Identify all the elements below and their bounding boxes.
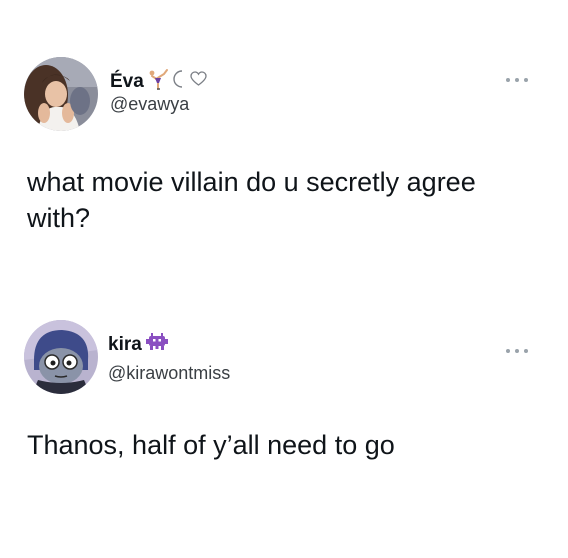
display-name[interactable]: Éva [110,71,144,93]
user-handle[interactable]: @evawya [110,93,189,115]
tweet: Éva @evawya what movie villain do u secr… [0,0,568,280]
profile-photo-icon [24,57,98,131]
gymnast-emoji-icon [148,68,168,95]
name-row: kira [108,333,168,356]
purple-alien-monster-icon [145,333,168,356]
more-options-icon[interactable] [506,76,528,84]
tweet-text: Thanos, half of y’all need to go [27,430,395,460]
more-options-icon[interactable] [506,347,528,355]
tweet-text: what movie villain do u secretly agree w… [27,167,476,233]
cartoon-character-icon [24,320,98,394]
display-name[interactable]: kira [108,334,142,356]
tweet: kira @kirawontmiss Thanos, half of y’all… [0,280,568,558]
crescent-moon-icon [172,69,186,94]
avatar[interactable] [24,320,98,394]
user-handle[interactable]: @kirawontmiss [108,362,230,384]
name-row: Éva [110,68,207,95]
white-heart-icon [190,71,207,92]
avatar[interactable] [24,57,98,131]
